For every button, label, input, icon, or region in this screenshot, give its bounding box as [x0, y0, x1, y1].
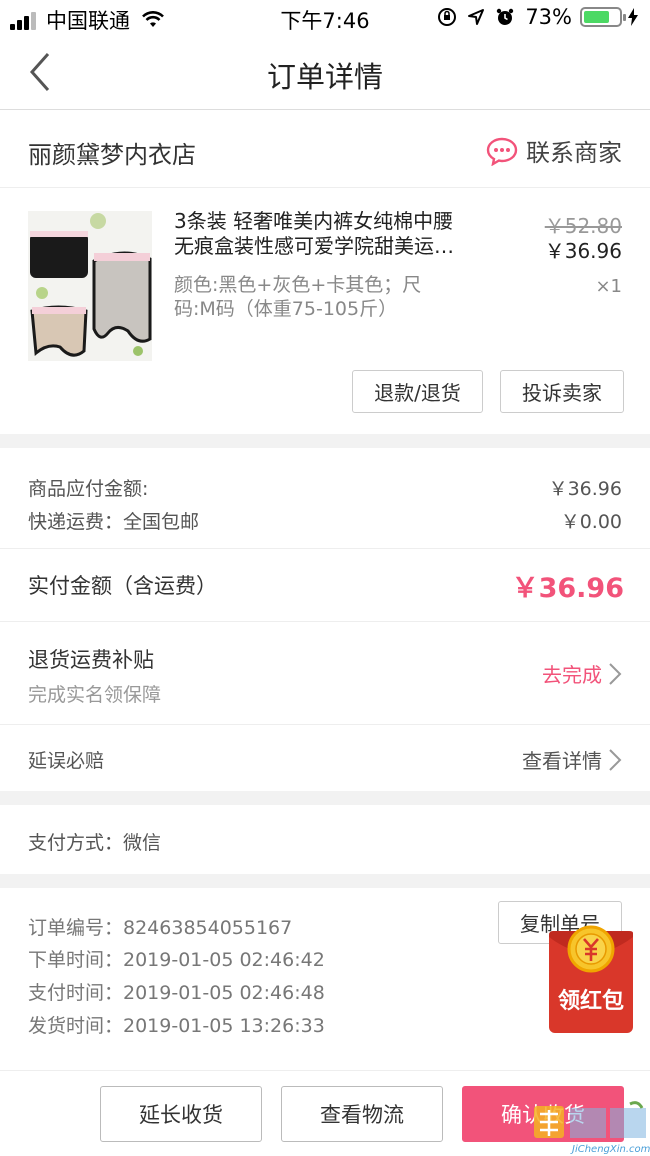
delay-details-link[interactable]: 查看详情: [522, 745, 622, 774]
watermark-site: JiChengXin.com: [572, 1144, 650, 1155]
red-packet-label: 领红包: [557, 989, 624, 1014]
goods-amount-label: 商品应付金额:: [28, 478, 149, 500]
red-packet-button[interactable]: 领红包: [549, 925, 633, 1033]
shop-header: 丽颜黛梦内衣店 联系商家: [0, 111, 650, 188]
goods-amount-value: ￥36.96: [548, 478, 622, 500]
battery-percent: 73%: [525, 5, 572, 29]
order-number: 订单编号：82463854055167: [28, 917, 293, 939]
chat-bubble-icon: [486, 137, 518, 166]
view-logistics-button[interactable]: 查看物流: [281, 1086, 443, 1142]
delay-details-label: 查看详情: [522, 749, 602, 773]
divider: [0, 548, 650, 549]
delay-compensation-label: 延误必赔: [28, 750, 105, 772]
contact-seller-button[interactable]: 联系商家: [486, 133, 622, 168]
orientation-lock-icon: [438, 8, 457, 26]
shop-name[interactable]: 丽颜黛梦内衣店: [28, 135, 196, 170]
return-subsidy-action-label: 去完成: [542, 663, 602, 687]
payment-method: 支付方式：微信: [28, 832, 162, 854]
extend-receipt-button[interactable]: 延长收货: [100, 1086, 262, 1142]
status-bar: 中国联通 下午7:46 73%: [0, 0, 650, 36]
contact-seller-label: 联系商家: [526, 139, 622, 167]
chevron-right-icon: [609, 662, 622, 685]
nav-bar: 订单详情: [0, 36, 650, 110]
shipping-time: 发货时间：2019-01-05 13:26:33: [28, 1015, 325, 1037]
battery-icon: [580, 7, 626, 27]
return-subsidy-title: 退货运费补贴: [28, 648, 154, 672]
shipping-label: 快递运费：全国包邮: [28, 511, 200, 533]
complain-seller-button[interactable]: 投诉卖家: [500, 370, 624, 413]
paid-amount-value: ￥36.96: [511, 573, 624, 604]
charging-icon: [628, 8, 638, 26]
product-thumbnail[interactable]: [28, 211, 152, 361]
product-spec: 颜色:黑色+灰色+卡其色；尺 码:M码（体重75-105斤）: [174, 274, 422, 320]
product-title[interactable]: 3条装 轻奢唯美内裤女纯棉中腰 无痕盒装性感可爱学院甜美运…: [174, 209, 504, 259]
refund-button[interactable]: 退款/退货: [352, 370, 483, 413]
alarm-icon: [497, 8, 514, 25]
chevron-right-icon: [609, 748, 622, 771]
divider: [0, 621, 650, 622]
sale-price: ￥36.96: [544, 239, 622, 263]
location-icon: [468, 9, 485, 25]
payment-time: 支付时间：2019-01-05 02:46:48: [28, 982, 325, 1004]
section-separator: [0, 434, 650, 448]
product-item: 3条装 轻奢唯美内裤女纯棉中腰 无痕盒装性感可爱学院甜美运… ￥52.80 ￥3…: [0, 189, 650, 434]
paid-amount-label: 实付金额（含运费）: [28, 574, 217, 598]
divider: [0, 724, 650, 725]
section-separator: [0, 874, 650, 888]
page-title: 订单详情: [266, 60, 383, 94]
section-separator: [0, 791, 650, 805]
return-subsidy-desc: 完成实名领保障: [28, 684, 162, 706]
product-quantity: ×1: [595, 276, 622, 297]
shipping-value: ￥0.00: [560, 511, 622, 533]
order-time: 下单时间：2019-01-05 02:46:42: [28, 949, 325, 971]
return-subsidy-complete-link[interactable]: 去完成: [542, 659, 622, 688]
